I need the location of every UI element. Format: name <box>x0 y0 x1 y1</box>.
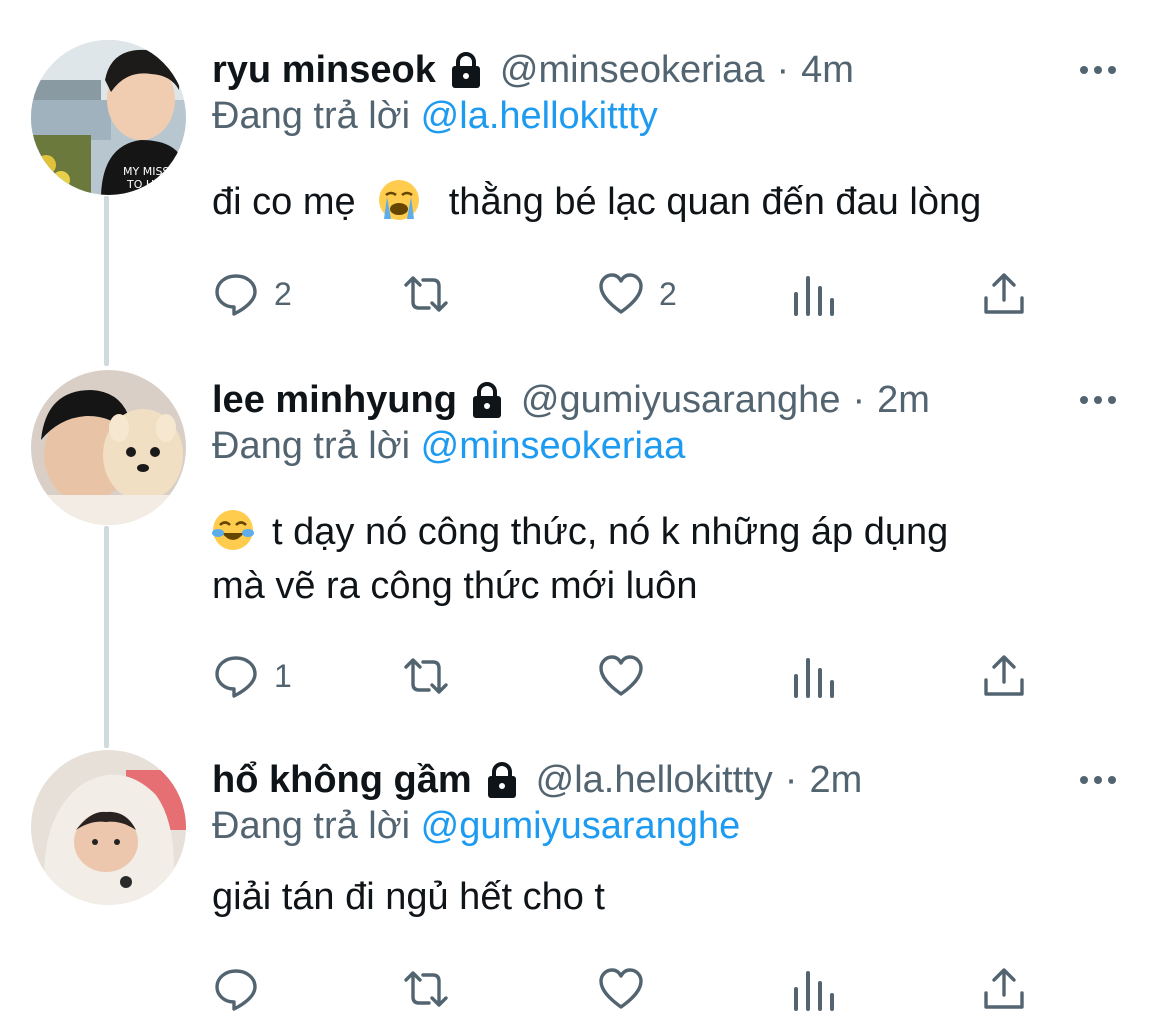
avatar[interactable] <box>31 370 186 525</box>
share-button[interactable] <box>980 650 1028 702</box>
speech-bubble-icon <box>215 969 257 1011</box>
separator: · <box>784 758 798 801</box>
heart-icon <box>599 968 643 1009</box>
tweet[interactable]: hổ không gầm @la.hellokittty · 2m Đang t… <box>0 750 1170 1025</box>
reply-mention[interactable]: @minseokeriaa <box>421 425 686 467</box>
analytics-button[interactable] <box>790 268 838 320</box>
loudly-crying-face-icon <box>378 179 420 221</box>
like-button[interactable] <box>597 650 645 702</box>
share-button[interactable] <box>980 963 1028 1015</box>
lock-icon <box>467 380 507 420</box>
reply-button[interactable]: 2 <box>212 268 292 320</box>
face-with-tears-of-joy-icon <box>212 509 254 551</box>
more-dots-icon[interactable] <box>1078 765 1118 795</box>
share-button[interactable] <box>980 268 1028 320</box>
svg-text:TO HELP: TO HELP <box>126 178 174 191</box>
tweet-text-line: mà vẽ ra công thức mới luôn <box>212 565 698 607</box>
heart-icon <box>599 273 643 314</box>
reply-count: 1 <box>274 657 292 694</box>
action-bar: 2 2 <box>212 268 1042 320</box>
retweet-arrows-icon <box>404 658 448 694</box>
reply-count: 2 <box>274 275 292 312</box>
like-count: 2 <box>659 275 677 312</box>
more-dots-icon[interactable] <box>1078 385 1118 415</box>
reply-context: Đang trả lời @la.hellokittty <box>212 95 658 138</box>
tweet-text: t dạy nó công thức, nó k những áp dụng m… <box>212 505 1112 613</box>
bar-chart-icon <box>794 658 834 698</box>
display-name[interactable]: ryu minseok <box>212 49 436 92</box>
action-bar: 1 <box>212 650 1042 702</box>
reply-button[interactable]: 1 <box>212 650 292 702</box>
tweet-text-line: giải tán đi ngủ hết cho t <box>212 876 605 918</box>
handle[interactable]: @gumiyusaranghe <box>521 379 841 422</box>
avatar[interactable]: MY MISSION TO HELP <box>31 40 186 195</box>
more-dots-icon[interactable] <box>1078 55 1118 85</box>
share-upload-icon <box>984 273 1024 314</box>
bar-chart-icon <box>794 276 834 316</box>
tweet-text-part: đi co mẹ <box>212 181 356 223</box>
retweet-arrows-icon <box>404 971 448 1007</box>
analytics-button[interactable] <box>790 963 838 1015</box>
reply-prefix: Đang trả lời <box>212 425 411 467</box>
tweet-text: đi co mẹ thằng bé lạc quan đến đau lòng <box>212 175 1112 229</box>
reply-prefix: Đang trả lời <box>212 805 411 847</box>
retweet-button[interactable] <box>402 268 450 320</box>
reply-context: Đang trả lời @gumiyusaranghe <box>212 805 740 848</box>
tweet-text-part: thằng bé lạc quan đến đau lòng <box>448 181 982 223</box>
lock-icon <box>482 760 522 800</box>
handle[interactable]: @minseokeriaa <box>500 49 765 92</box>
svg-text:MY MISSION: MY MISSION <box>123 165 186 178</box>
retweet-arrows-icon <box>404 276 448 312</box>
display-name[interactable]: hổ không gầm <box>212 759 472 802</box>
separator: · <box>852 378 866 421</box>
timestamp[interactable]: 4m <box>801 49 854 92</box>
handle[interactable]: @la.hellokittty <box>536 759 773 802</box>
like-button[interactable] <box>597 963 645 1015</box>
share-upload-icon <box>984 968 1024 1009</box>
analytics-button[interactable] <box>790 650 838 702</box>
speech-bubble-icon <box>215 274 257 316</box>
like-button[interactable]: 2 <box>597 268 677 320</box>
reply-mention[interactable]: @gumiyusaranghe <box>421 805 741 847</box>
tweet[interactable]: lee minhyung @gumiyusaranghe · 2m Đang t… <box>0 370 1170 715</box>
retweet-button[interactable] <box>402 650 450 702</box>
timestamp[interactable]: 2m <box>809 759 862 802</box>
reply-prefix: Đang trả lời <box>212 95 411 137</box>
avatar[interactable] <box>31 750 186 905</box>
tweet[interactable]: MY MISSION TO HELP ryu minseok @minseoke… <box>0 40 1170 335</box>
reply-context: Đang trả lời @minseokeriaa <box>212 425 685 468</box>
timestamp[interactable]: 2m <box>877 379 930 422</box>
retweet-button[interactable] <box>402 963 450 1015</box>
tweet-text: giải tán đi ngủ hết cho t <box>212 870 1112 924</box>
reply-button[interactable] <box>212 963 260 1015</box>
tweet-text-line: t dạy nó công thức, nó k những áp dụng <box>272 511 949 553</box>
share-upload-icon <box>984 655 1024 696</box>
bar-chart-icon <box>794 971 834 1011</box>
heart-icon <box>599 655 643 696</box>
speech-bubble-icon <box>215 656 257 698</box>
action-bar <box>212 963 1042 1015</box>
lock-icon <box>446 50 486 90</box>
reply-mention[interactable]: @la.hellokittty <box>421 95 658 137</box>
separator: · <box>776 48 790 91</box>
display-name[interactable]: lee minhyung <box>212 379 457 422</box>
